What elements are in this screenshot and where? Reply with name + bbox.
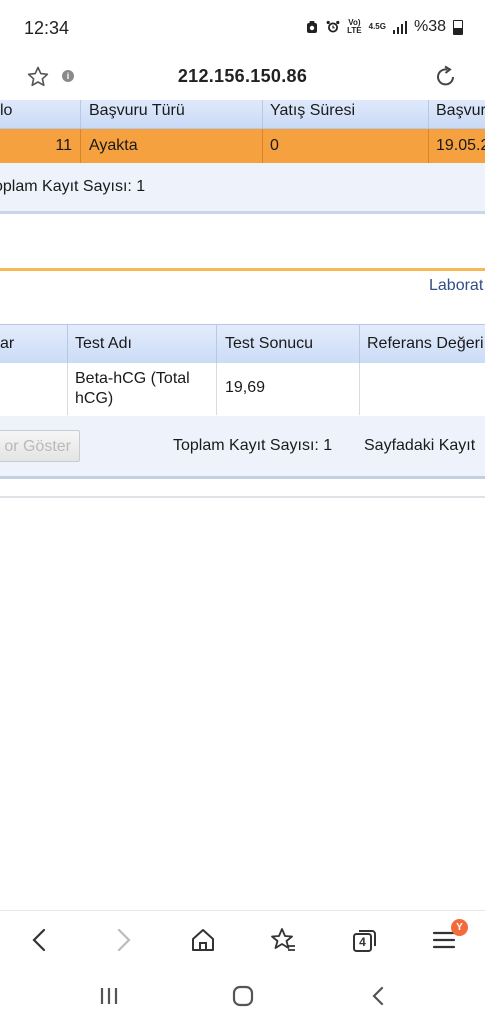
- volte-label-bottom: LTE: [347, 26, 362, 35]
- test-result-cell: 19,69: [225, 379, 266, 396]
- test-name-cell: Beta-hCG (Total hCG): [75, 370, 190, 407]
- network-type-label: 4.5G: [368, 22, 386, 31]
- status-bar: 12:34 Vo) LTE 4.5G %38: [0, 0, 485, 56]
- system-navigation-bar: [0, 968, 485, 1024]
- column-divider: [216, 325, 217, 363]
- lab-results-table-header: ar Test Adı Test Sonucu Referans Değeri: [0, 324, 485, 364]
- admission-table-footer: oplam Kayıt Sayısı: 1: [0, 163, 485, 214]
- web-page: lo Başvuru Türü Yatış Süresi Başvur 11 A…: [0, 100, 485, 910]
- table-row[interactable]: Beta-hCG (Total hCG) 19,69: [0, 363, 485, 415]
- volte-indicator: Vo) LTE: [347, 19, 362, 35]
- column-divider: [359, 325, 360, 363]
- column-divider: [262, 129, 263, 163]
- alarm-icon: [326, 20, 340, 33]
- column-divider: [216, 363, 217, 415]
- home-icon[interactable]: [188, 925, 218, 955]
- column-header[interactable]: Başvur: [436, 102, 485, 120]
- back-icon[interactable]: [25, 925, 55, 955]
- column-divider: [80, 129, 81, 163]
- tabs-button[interactable]: 4: [350, 925, 380, 955]
- records-per-page-label: Sayfadaki Kayıt: [364, 437, 476, 454]
- forward-icon[interactable]: [108, 925, 138, 955]
- column-divider: [359, 363, 360, 415]
- laboratory-link[interactable]: Laborat: [429, 277, 483, 295]
- status-icons: Vo) LTE 4.5G %38: [305, 18, 463, 36]
- column-divider: [67, 363, 68, 415]
- url-text[interactable]: 212.156.150.86: [0, 66, 485, 87]
- section-divider: [0, 268, 485, 271]
- column-header[interactable]: Test Sonucu: [225, 335, 313, 353]
- column-divider: [67, 325, 68, 363]
- signal-strength-icon: [392, 20, 407, 34]
- table-cell: 11: [55, 137, 72, 154]
- page-divider: [0, 496, 485, 498]
- menu-button[interactable]: Y: [430, 919, 468, 955]
- address-bar: i 212.156.150.86: [0, 56, 485, 100]
- column-header[interactable]: Yatış Süresi: [270, 102, 355, 120]
- column-header[interactable]: Başvuru Türü: [89, 102, 185, 120]
- column-divider: [80, 100, 81, 128]
- show-report-button[interactable]: or Göster: [0, 430, 80, 462]
- column-header[interactable]: Test Adı: [75, 335, 132, 353]
- total-records-label: Toplam Kayıt Sayısı: 1: [173, 437, 333, 454]
- column-divider: [262, 100, 263, 128]
- column-header[interactable]: Referans Değeri: [367, 335, 484, 353]
- total-records-label: oplam Kayıt Sayısı: 1: [0, 178, 146, 195]
- bookmarks-icon[interactable]: [268, 925, 298, 955]
- status-time: 12:34: [24, 18, 70, 38]
- column-header[interactable]: lo: [0, 102, 12, 120]
- lab-results-table-footer: or Göster Toplam Kayıt Sayısı: 1 Sayfada…: [0, 416, 485, 479]
- app-notification-icon: [307, 21, 318, 33]
- battery-percent: %38: [413, 18, 446, 35]
- column-divider: [428, 100, 429, 128]
- home-button-icon[interactable]: [230, 983, 256, 1009]
- tabs-count: 4: [359, 935, 366, 949]
- reload-icon[interactable]: [433, 64, 459, 90]
- table-row[interactable]: 11 Ayakta 0 19.05.2: [0, 129, 485, 163]
- notification-badge: Y: [451, 919, 468, 936]
- column-header[interactable]: ar: [0, 335, 14, 353]
- admission-table-header: lo Başvuru Türü Yatış Süresi Başvur: [0, 100, 485, 129]
- table-cell: 0: [270, 137, 279, 154]
- table-cell: Ayakta: [89, 137, 138, 154]
- table-cell: 19.05.2: [436, 137, 485, 154]
- column-divider: [428, 129, 429, 163]
- browser-toolbar: 4 Y: [0, 910, 485, 969]
- recent-apps-icon[interactable]: [96, 983, 122, 1009]
- battery-icon: [453, 19, 463, 35]
- system-back-icon[interactable]: [366, 983, 392, 1009]
